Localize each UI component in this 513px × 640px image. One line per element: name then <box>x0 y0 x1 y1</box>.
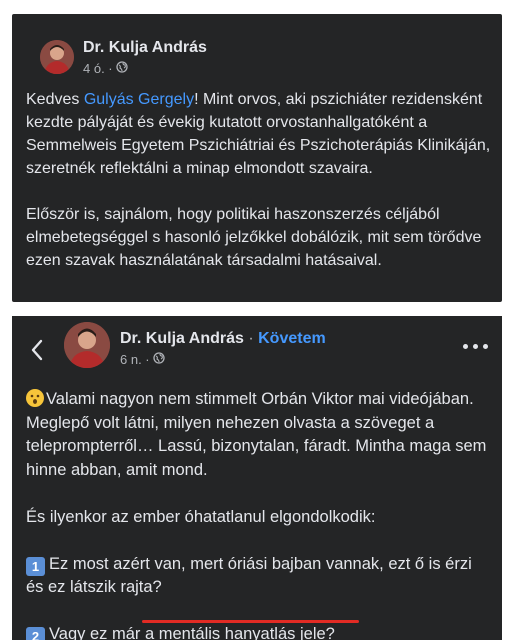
author-name[interactable]: Dr. Kulja András <box>83 39 207 57</box>
author-avatar[interactable] <box>64 322 110 368</box>
list-item-1: 1 Ez most azért van, mert óriási bajban v… <box>26 554 472 596</box>
mention-link[interactable]: Gulyás Gergely <box>84 91 194 108</box>
post-body: Valami nagyon nem stimmelt Orbán Viktor … <box>26 388 492 640</box>
paragraph-2: És ilyenkor az ember óhatatlanul elgondo… <box>26 507 376 526</box>
author-avatar[interactable] <box>40 40 74 74</box>
globe-icon <box>115 61 128 76</box>
author-name[interactable]: Dr. Kulja András <box>120 330 244 347</box>
back-chevron-icon[interactable] <box>30 338 44 367</box>
keycap-2-emoji: 2 <box>26 627 45 640</box>
paragraph-1: Kedves Gulyás Gergely! Mint orvos, aki p… <box>26 91 491 177</box>
red-underline-annotation <box>142 620 359 623</box>
post-screenshot-1: Dr. Kulja András 4 ó. · Kedves Gulyás Ge… <box>12 14 502 302</box>
post-body: Kedves Gulyás Gergely! Mint orvos, aki p… <box>26 88 492 272</box>
post-meta: 4 ó. · <box>83 61 128 76</box>
post-screenshot-2: Dr. Kulja András · Követem 6 n. · Valami… <box>12 316 502 640</box>
follow-button[interactable]: Követem <box>258 330 326 347</box>
globe-icon <box>152 352 165 367</box>
paragraph-2: Először is, sajnálom, hogy politikai has… <box>26 206 482 269</box>
hushed-face-emoji <box>26 389 44 407</box>
post-time[interactable]: 6 n. · <box>120 352 150 367</box>
paragraph-1: Valami nagyon nem stimmelt Orbán Viktor … <box>26 389 487 479</box>
list-item-2: 2 Vagy ez már a mentális hanyatlás jele? <box>26 623 492 640</box>
more-options-icon[interactable] <box>463 344 488 349</box>
author-name-line: Dr. Kulja András · Követem <box>120 330 326 347</box>
post-time[interactable]: 4 ó. · <box>83 61 113 76</box>
keycap-1-emoji: 1 <box>26 556 45 576</box>
post-meta: 6 n. · <box>120 352 165 367</box>
